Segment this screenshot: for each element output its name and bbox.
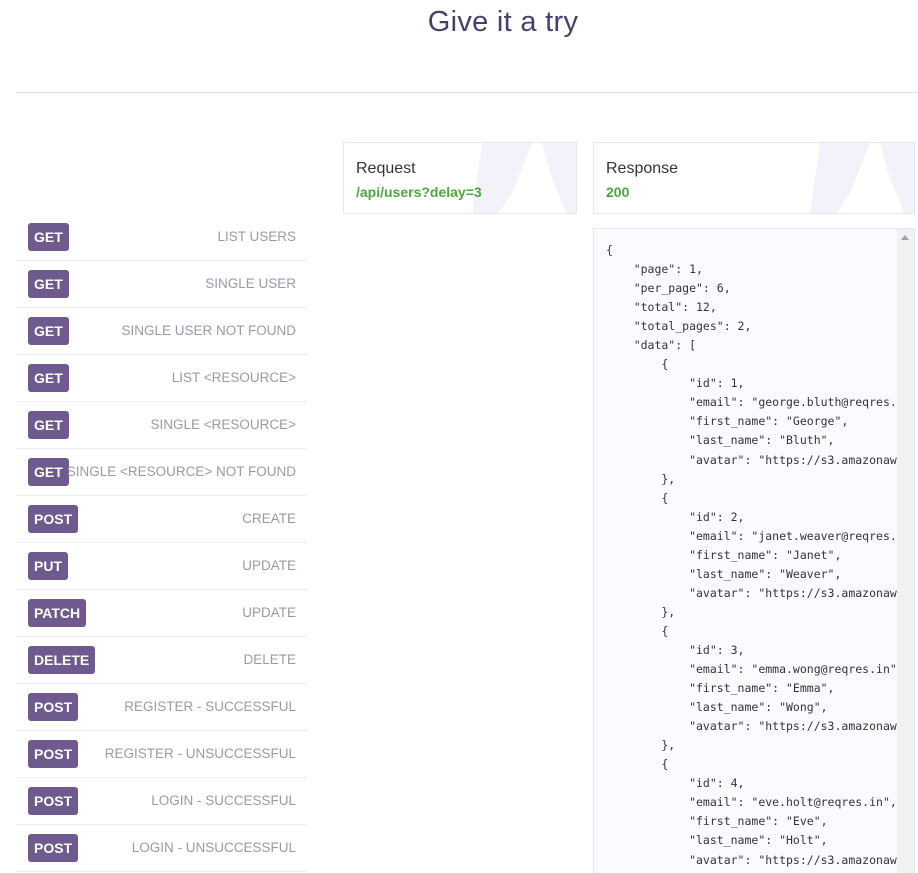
method-badge: POST: [28, 693, 79, 721]
endpoint-item-login-unsuccessful[interactable]: POST LOGIN - UNSUCCESSFUL: [16, 825, 307, 872]
endpoint-label: CREATE: [242, 511, 296, 526]
endpoint-label: UPDATE: [242, 558, 296, 573]
endpoint-item-single-resource-not-found[interactable]: GET SINGLE <RESOURCE> NOT FOUND: [16, 449, 307, 496]
endpoint-item-single-resource[interactable]: GET SINGLE <RESOURCE>: [16, 402, 307, 449]
endpoint-item-update-patch[interactable]: PATCH UPDATE: [16, 590, 307, 637]
method-badge: POST: [28, 740, 79, 768]
endpoint-label: SINGLE <RESOURCE>: [150, 417, 296, 432]
endpoint-item-update-put[interactable]: PUT UPDATE: [16, 543, 307, 590]
endpoint-item-register-successful[interactable]: POST REGISTER - SUCCESSFUL: [16, 684, 307, 731]
method-badge: GET: [28, 458, 69, 486]
endpoint-item-single-user[interactable]: GET SINGLE USER: [16, 261, 307, 308]
endpoint-item-delete[interactable]: DELETE DELETE: [16, 637, 307, 684]
endpoint-item-login-successful[interactable]: POST LOGIN - SUCCESSFUL: [16, 778, 307, 825]
endpoint-label: LIST USERS: [217, 229, 296, 244]
endpoint-label: REGISTER - UNSUCCESSFUL: [104, 746, 296, 761]
method-badge: PUT: [28, 552, 68, 580]
endpoint-label: REGISTER - SUCCESSFUL: [124, 699, 296, 714]
endpoint-item-create[interactable]: POST CREATE: [16, 496, 307, 543]
response-scrollbar[interactable]: [897, 229, 914, 873]
method-badge: POST: [28, 834, 79, 862]
response-status-code: 200: [606, 184, 630, 200]
method-badge: GET: [28, 411, 69, 439]
endpoint-label: LOGIN - SUCCESSFUL: [151, 793, 296, 808]
method-badge: GET: [28, 317, 69, 345]
endpoint-label: LIST <RESOURCE>: [171, 370, 296, 385]
endpoint-label: SINGLE USER: [205, 276, 296, 291]
method-badge: POST: [28, 787, 79, 815]
response-card: Response 200: [593, 142, 915, 214]
endpoint-item-list-resource[interactable]: GET LIST <RESOURCE>: [16, 355, 307, 402]
page: Give it a try GET LIST USERS GET SINGLE …: [0, 0, 918, 873]
request-card: Request /api/users?delay=3: [343, 142, 577, 214]
section-divider: [16, 92, 918, 93]
endpoint-item-single-user-not-found[interactable]: GET SINGLE USER NOT FOUND: [16, 308, 307, 355]
endpoint-list: GET LIST USERS GET SINGLE USER GET SINGL…: [16, 214, 307, 872]
request-title: Request: [356, 160, 416, 177]
method-badge: PATCH: [28, 599, 87, 627]
endpoint-label: SINGLE <RESOURCE> NOT FOUND: [66, 464, 296, 479]
response-title: Response: [606, 160, 679, 177]
decorative-watermark-icon: [472, 143, 576, 213]
endpoint-label: LOGIN - UNSUCCESSFUL: [131, 840, 296, 855]
response-body[interactable]: { "page": 1, "per_page": 6, "total": 12,…: [593, 228, 915, 873]
endpoint-label: DELETE: [243, 652, 296, 667]
method-badge: POST: [28, 505, 79, 533]
method-badge: GET: [28, 270, 69, 298]
endpoint-item-register-unsuccessful[interactable]: POST REGISTER - UNSUCCESSFUL: [16, 731, 307, 778]
endpoint-label: UPDATE: [242, 605, 296, 620]
method-badge: GET: [28, 223, 69, 251]
endpoint-label: SINGLE USER NOT FOUND: [121, 323, 296, 338]
endpoint-item-list-users[interactable]: GET LIST USERS: [16, 214, 307, 261]
method-badge: GET: [28, 364, 69, 392]
method-badge: DELETE: [28, 646, 96, 674]
decorative-watermark-icon: [810, 143, 914, 213]
scroll-up-arrow-icon[interactable]: [901, 235, 909, 240]
response-json: { "page": 1, "per_page": 6, "total": 12,…: [606, 243, 897, 867]
page-title: Give it a try: [427, 6, 579, 38]
request-url: /api/users?delay=3: [356, 184, 482, 200]
